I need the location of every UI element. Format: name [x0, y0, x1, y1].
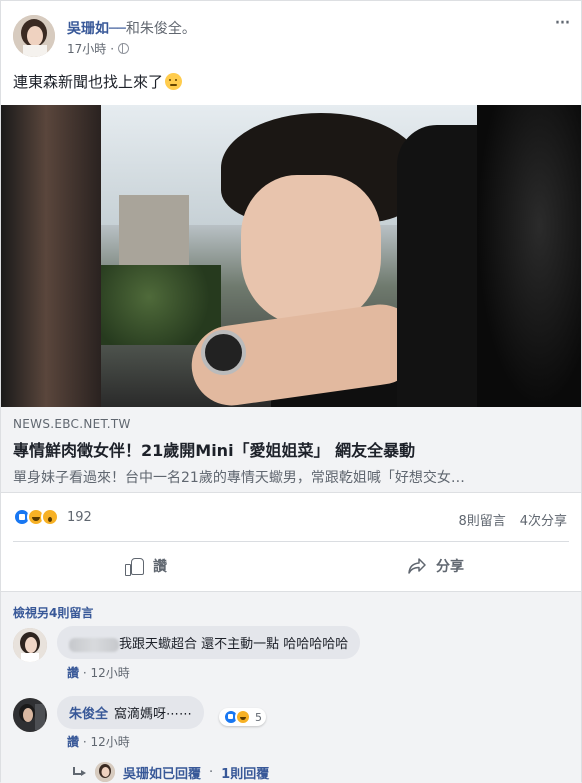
replies-author: 吳珊如已回覆: [123, 766, 202, 782]
author-name[interactable]: 吳珊如──: [67, 21, 126, 37]
comment-time[interactable]: 12小時: [90, 666, 129, 680]
link-domain: NEWS.EBC.NET.TW: [13, 417, 131, 431]
replies-count: 1則回覆: [221, 766, 270, 782]
author-line: 吳珊如──和朱俊全。: [67, 18, 196, 38]
replies-link[interactable]: 吳珊如已回覆 · 1則回覆: [73, 762, 269, 782]
more-horizontal-icon[interactable]: ···: [554, 13, 571, 35]
post-actions: 讚 分享: [1, 547, 581, 585]
link-preview-image[interactable]: [1, 105, 581, 407]
link-description: 單身妹子看過來！台中一名21歲的專情天蠍男，常跟乾姐喊「好想交女…: [13, 470, 465, 486]
comment-text: 窩滴媽呀⋯⋯: [114, 707, 193, 722]
share-button-label: 分享: [436, 559, 464, 575]
reaction-count: 192: [67, 509, 92, 525]
replier-avatar: [95, 762, 115, 782]
commenter-avatar[interactable]: [13, 698, 47, 732]
redacted-name: [69, 637, 119, 652]
like-button[interactable]: 讚: [1, 547, 291, 585]
post-time[interactable]: 17小時: [67, 40, 106, 57]
reply-arrow-icon: [73, 767, 87, 777]
share-count[interactable]: 4次分享: [520, 510, 567, 529]
image-blur-left: [1, 105, 101, 407]
comments-section: 檢視另4則留言 我跟天蠍超合 還不主動一點 哈哈哈哈哈 讚 · 12小時 朱俊全…: [1, 591, 581, 783]
image-blur-right: [477, 105, 581, 407]
share-button[interactable]: 分享: [291, 547, 581, 585]
comment-count[interactable]: 8則留言: [458, 510, 505, 529]
view-more-comments-link[interactable]: 檢視另4則留言: [13, 604, 93, 621]
link-title[interactable]: 專情鮮肉徵女伴！21歲開Mini「愛姐姐菜」 網友全暴動: [13, 437, 569, 461]
comment-like-link[interactable]: 讚: [67, 666, 79, 680]
comment-meta: 讚 · 12小時: [67, 666, 130, 680]
link-photo: [101, 105, 477, 407]
comment-time[interactable]: 12小時: [90, 735, 129, 749]
facebook-post: 吳珊如──和朱俊全。 17小時 · ··· 連東森新聞也找上來了 NEWS.EB…: [0, 0, 582, 783]
reactions-summary[interactable]: 192: [13, 508, 92, 526]
comment-author[interactable]: 朱俊全: [69, 707, 108, 722]
share-arrow-icon: [408, 558, 426, 574]
status-text: 連東森新聞也找上來了: [13, 73, 164, 91]
tagged-with[interactable]: 和朱俊全。: [126, 21, 196, 37]
post-status-text: 連東森新聞也找上來了: [13, 71, 183, 92]
divider: [13, 541, 569, 542]
link-preview-caption[interactable]: NEWS.EBC.NET.TW 專情鮮肉徵女伴！21歲開Mini「愛姐姐菜」 網…: [1, 407, 581, 493]
comment-reaction-count: 5: [255, 710, 262, 724]
comment-meta: 讚 · 12小時: [67, 735, 130, 749]
haha-reaction-icon: [235, 709, 251, 725]
post-header: 吳珊如──和朱俊全。 17小時 · ···: [1, 1, 581, 71]
globe-icon: [118, 43, 130, 54]
comment-text: 我跟天蠍超合 還不主動一點 哈哈哈哈哈: [119, 637, 349, 652]
thinking-face-emoji-icon: [165, 73, 183, 90]
comment-bubble: 朱俊全 窩滴媽呀⋯⋯: [57, 696, 205, 729]
like-button-label: 讚: [153, 559, 167, 575]
comment-like-link[interactable]: 讚: [67, 735, 79, 749]
comment-bubble: 我跟天蠍超合 還不主動一點 哈哈哈哈哈: [57, 626, 361, 659]
comment-reactions[interactable]: 5: [219, 708, 266, 726]
thumbs-up-icon: [125, 557, 144, 576]
wow-reaction-icon: [41, 508, 59, 526]
replies-separator: ·: [209, 764, 214, 780]
post-meta: 17小時 ·: [67, 40, 130, 57]
engagement-counts: 8則留言 4次分享: [458, 510, 567, 529]
commenter-avatar[interactable]: [13, 628, 47, 662]
author-avatar[interactable]: [13, 15, 55, 57]
